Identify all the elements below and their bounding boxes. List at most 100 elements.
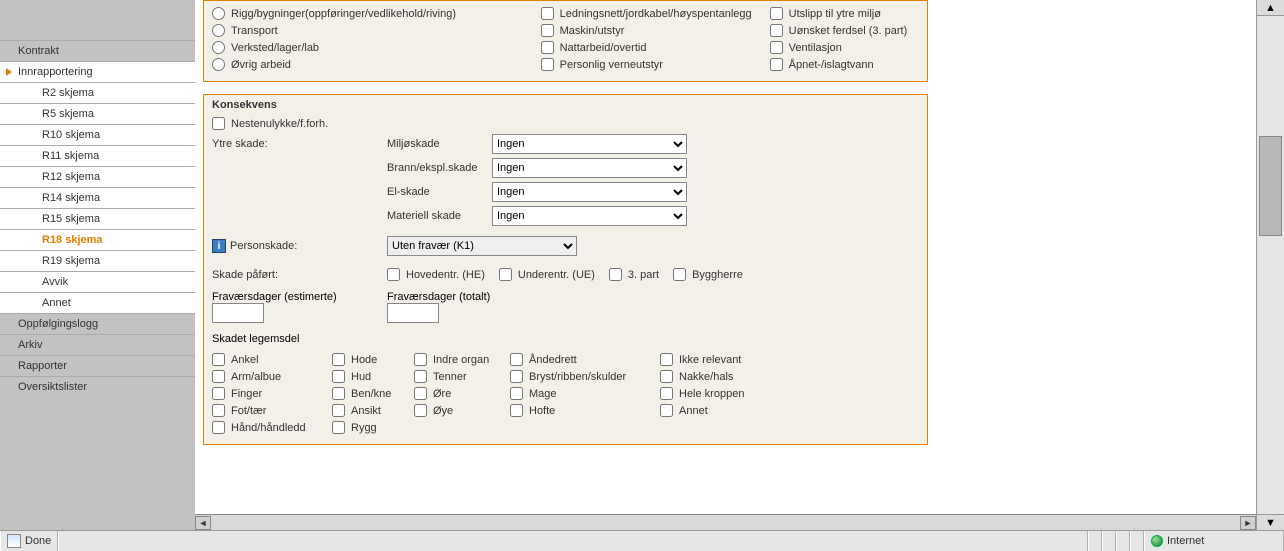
activity-checkbox[interactable] xyxy=(770,7,783,20)
paafort-checkbox[interactable] xyxy=(387,268,400,281)
nav-item-0[interactable]: Kontrakt xyxy=(0,40,195,61)
bodypart-row[interactable]: Nakke/hals xyxy=(660,368,780,385)
bodypart-row[interactable]: Åndedrett xyxy=(510,351,650,368)
bodypart-row[interactable]: Finger xyxy=(212,385,322,402)
info-icon[interactable]: i xyxy=(212,239,226,253)
activity-radio[interactable] xyxy=(212,7,225,20)
bodypart-row[interactable]: Hud xyxy=(332,368,404,385)
bodypart-checkbox[interactable] xyxy=(510,370,523,383)
activity-checkbox[interactable] xyxy=(541,41,554,54)
activity-check-row[interactable]: Åpnet-/islagtvann xyxy=(770,56,919,73)
paafort-option[interactable]: Hovedentr. (HE) xyxy=(387,266,485,283)
bodypart-checkbox[interactable] xyxy=(660,370,673,383)
activity-checkbox[interactable] xyxy=(541,24,554,37)
horizontal-scrollbar[interactable]: ◄ ► xyxy=(195,514,1256,530)
paafort-checkbox[interactable] xyxy=(609,268,622,281)
bodypart-row[interactable]: Ben/kne xyxy=(332,385,404,402)
activity-check-row[interactable]: Utslipp til ytre miljø xyxy=(770,5,919,22)
nav-item-7[interactable]: R14 skjema xyxy=(0,187,195,208)
bodypart-row[interactable]: Ankel xyxy=(212,351,322,368)
activity-radio-row[interactable]: Rigg/bygninger(oppføringer/vedlikehold/r… xyxy=(212,5,541,22)
activity-radio-row[interactable]: Øvrig arbeid xyxy=(212,56,541,73)
bodypart-checkbox[interactable] xyxy=(414,404,427,417)
nav-item-2[interactable]: R2 skjema xyxy=(0,82,195,103)
bodypart-checkbox[interactable] xyxy=(660,387,673,400)
bodypart-row[interactable]: Arm/albue xyxy=(212,368,322,385)
nav-item-9[interactable]: R18 skjema xyxy=(0,229,195,250)
activity-checkbox[interactable] xyxy=(770,24,783,37)
personskade-select[interactable]: Uten fravær (K1) xyxy=(387,236,577,256)
bodypart-row[interactable]: Mage xyxy=(510,385,650,402)
nav-item-6[interactable]: R12 skjema xyxy=(0,166,195,187)
nav-item-1[interactable]: Innrapportering xyxy=(0,61,195,82)
bodypart-checkbox[interactable] xyxy=(510,353,523,366)
vertical-scrollbar[interactable]: ▲ ▼ xyxy=(1256,0,1284,530)
nav-item-12[interactable]: Annet xyxy=(0,292,195,313)
vscroll-track[interactable] xyxy=(1257,16,1284,514)
nestenulykke-checkbox[interactable] xyxy=(212,117,225,130)
nav-item-14[interactable]: Arkiv xyxy=(0,334,195,355)
bodypart-checkbox[interactable] xyxy=(414,387,427,400)
bodypart-checkbox[interactable] xyxy=(212,370,225,383)
bodypart-row[interactable]: Rygg xyxy=(332,419,404,436)
paafort-checkbox[interactable] xyxy=(673,268,686,281)
activity-radio-row[interactable]: Verksted/lager/lab xyxy=(212,39,541,56)
activity-radio[interactable] xyxy=(212,41,225,54)
bodypart-checkbox[interactable] xyxy=(510,387,523,400)
vscroll-up-arrow[interactable]: ▲ xyxy=(1257,0,1284,16)
bodypart-row[interactable]: Øye xyxy=(414,402,500,419)
bodypart-row[interactable]: Hofte xyxy=(510,402,650,419)
activity-check-row[interactable]: Maskin/utstyr xyxy=(541,22,770,39)
bodypart-checkbox[interactable] xyxy=(660,404,673,417)
bodypart-checkbox[interactable] xyxy=(332,387,345,400)
bodypart-checkbox[interactable] xyxy=(212,387,225,400)
paafort-option[interactable]: Byggherre xyxy=(673,266,743,283)
frav-tot-input[interactable] xyxy=(387,303,439,323)
activity-check-row[interactable]: Personlig verneutstyr xyxy=(541,56,770,73)
vscroll-thumb[interactable] xyxy=(1259,136,1282,236)
nav-item-5[interactable]: R11 skjema xyxy=(0,145,195,166)
bodypart-checkbox[interactable] xyxy=(212,404,225,417)
activity-checkbox[interactable] xyxy=(541,58,554,71)
bodypart-checkbox[interactable] xyxy=(212,353,225,366)
activity-checkbox[interactable] xyxy=(770,58,783,71)
paafort-option[interactable]: Underentr. (UE) xyxy=(499,266,595,283)
bodypart-checkbox[interactable] xyxy=(414,370,427,383)
bodypart-checkbox[interactable] xyxy=(332,370,345,383)
bodypart-row[interactable]: Tenner xyxy=(414,368,500,385)
vscroll-down-arrow[interactable]: ▼ xyxy=(1257,514,1284,530)
nav-item-3[interactable]: R5 skjema xyxy=(0,103,195,124)
content-scroll[interactable]: Rigg/bygninger(oppføringer/vedlikehold/r… xyxy=(195,0,1256,514)
bodypart-checkbox[interactable] xyxy=(414,353,427,366)
materiell-select[interactable]: Ingen xyxy=(492,206,687,226)
bodypart-row[interactable]: Hele kroppen xyxy=(660,385,780,402)
elskade-select[interactable]: Ingen xyxy=(492,182,687,202)
bodypart-checkbox[interactable] xyxy=(510,404,523,417)
paafort-option[interactable]: 3. part xyxy=(609,266,659,283)
hscroll-left-arrow[interactable]: ◄ xyxy=(195,516,211,530)
bodypart-checkbox[interactable] xyxy=(212,421,225,434)
bodypart-row[interactable]: Ansikt xyxy=(332,402,404,419)
activity-checkbox[interactable] xyxy=(541,7,554,20)
brann-select[interactable]: Ingen xyxy=(492,158,687,178)
bodypart-checkbox[interactable] xyxy=(332,353,345,366)
activity-radio[interactable] xyxy=(212,58,225,71)
bodypart-row[interactable]: Ikke relevant xyxy=(660,351,780,368)
activity-check-row[interactable]: Ventilasjon xyxy=(770,39,919,56)
bodypart-checkbox[interactable] xyxy=(332,404,345,417)
frav-est-input[interactable] xyxy=(212,303,264,323)
nav-item-13[interactable]: Oppfølgingslogg xyxy=(0,313,195,334)
bodypart-row[interactable]: Hånd/håndledd xyxy=(212,419,322,436)
paafort-checkbox[interactable] xyxy=(499,268,512,281)
nav-item-8[interactable]: R15 skjema xyxy=(0,208,195,229)
nav-item-11[interactable]: Avvik xyxy=(0,271,195,292)
bodypart-row[interactable]: Hode xyxy=(332,351,404,368)
hscroll-right-arrow[interactable]: ► xyxy=(1240,516,1256,530)
nav-item-16[interactable]: Oversiktslister xyxy=(0,376,195,397)
activity-check-row[interactable]: Nattarbeid/overtid xyxy=(541,39,770,56)
bodypart-row[interactable]: Indre organ xyxy=(414,351,500,368)
bodypart-row[interactable]: Øre xyxy=(414,385,500,402)
activity-radio[interactable] xyxy=(212,24,225,37)
nav-item-4[interactable]: R10 skjema xyxy=(0,124,195,145)
bodypart-row[interactable]: Annet xyxy=(660,402,780,419)
